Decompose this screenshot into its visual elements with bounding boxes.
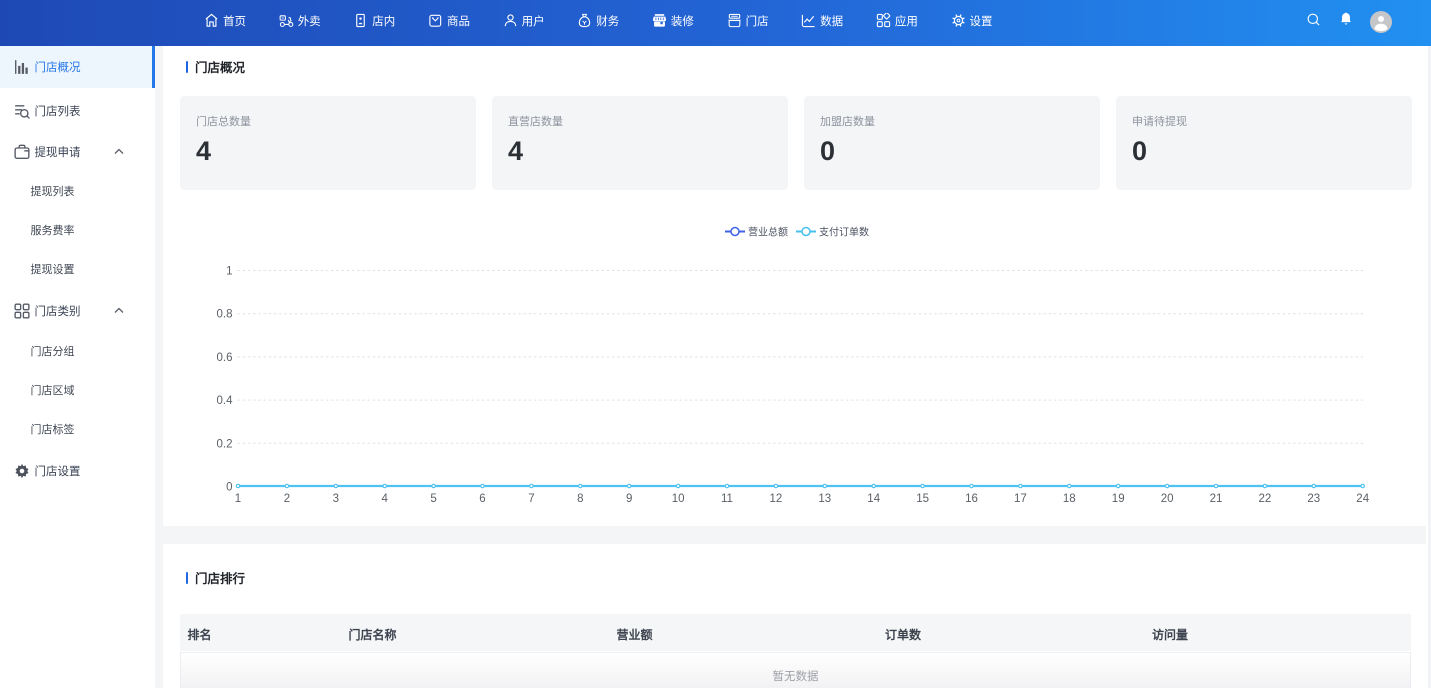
svg-text:0.4: 0.4 xyxy=(217,395,234,407)
svg-text:17: 17 xyxy=(1014,493,1027,505)
svg-text:1: 1 xyxy=(226,266,232,278)
svg-text:10: 10 xyxy=(672,493,685,505)
svg-text:8: 8 xyxy=(577,493,583,505)
svg-text:营业总额: 营业总额 xyxy=(748,226,788,239)
svg-text:0: 0 xyxy=(226,482,232,494)
svg-text:0.8: 0.8 xyxy=(217,309,233,321)
svg-text:1: 1 xyxy=(235,493,241,505)
svg-text:支付订单数: 支付订单数 xyxy=(819,226,869,239)
svg-text:7: 7 xyxy=(528,493,534,505)
svg-text:19: 19 xyxy=(1112,493,1125,505)
svg-text:21: 21 xyxy=(1210,493,1223,505)
svg-text:0.6: 0.6 xyxy=(217,352,233,364)
svg-text:0.2: 0.2 xyxy=(217,438,233,450)
svg-text:22: 22 xyxy=(1259,493,1272,505)
svg-text:15: 15 xyxy=(916,493,929,505)
svg-text:11: 11 xyxy=(721,493,733,505)
svg-text:2: 2 xyxy=(284,493,290,505)
svg-text:3: 3 xyxy=(333,493,339,505)
svg-text:14: 14 xyxy=(867,493,880,505)
svg-text:16: 16 xyxy=(965,493,978,505)
svg-text:23: 23 xyxy=(1307,493,1320,505)
svg-text:18: 18 xyxy=(1063,493,1076,505)
svg-text:20: 20 xyxy=(1161,493,1174,505)
svg-text:5: 5 xyxy=(430,493,436,505)
svg-text:6: 6 xyxy=(479,493,485,505)
svg-text:9: 9 xyxy=(626,493,632,505)
svg-text:12: 12 xyxy=(770,493,783,505)
svg-text:24: 24 xyxy=(1356,493,1369,505)
svg-text:13: 13 xyxy=(818,493,831,505)
svg-text:4: 4 xyxy=(381,493,388,505)
